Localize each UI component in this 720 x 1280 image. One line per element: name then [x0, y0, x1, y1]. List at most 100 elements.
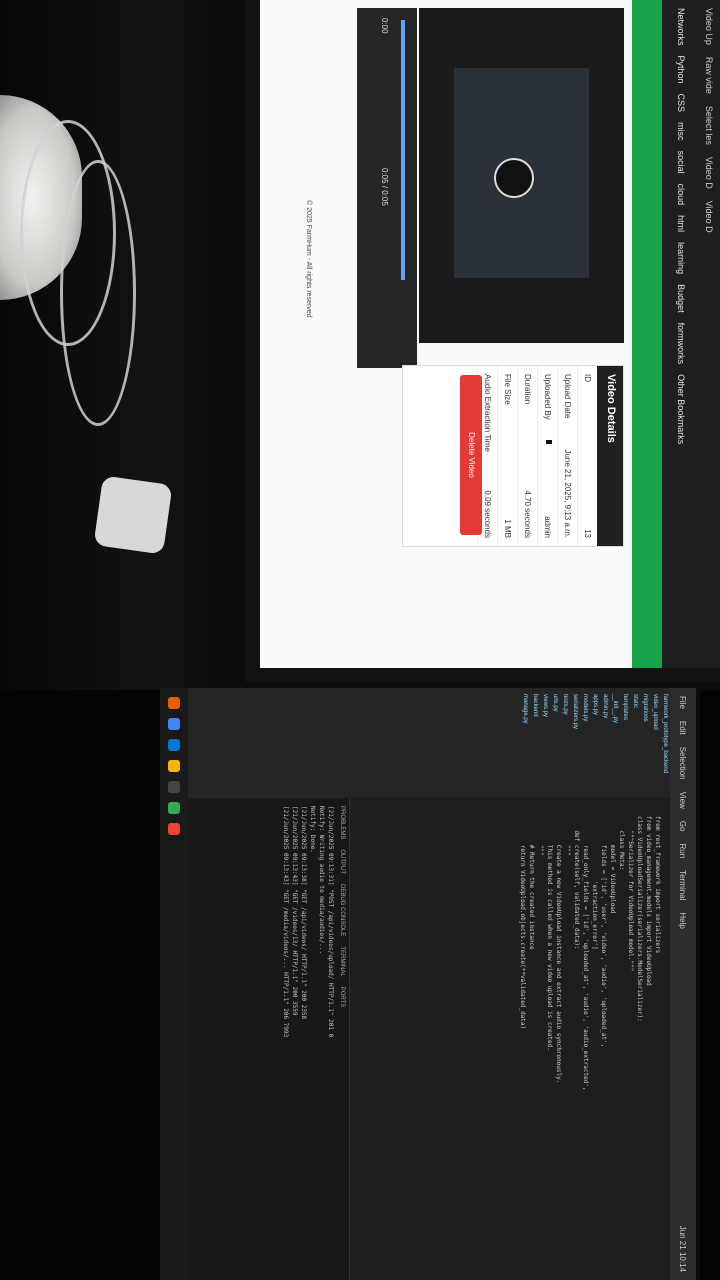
firefox-icon[interactable]	[168, 697, 180, 709]
tree-item[interactable]: backend	[530, 688, 540, 798]
tree-item[interactable]: video_upload	[650, 688, 660, 798]
tree-item[interactable]: manage.py	[520, 688, 530, 798]
bookmark-item[interactable]: Python	[676, 56, 686, 84]
code-line: class Meta:	[618, 816, 625, 871]
browser-tab[interactable]: Raw vide	[704, 57, 714, 94]
current-time: 0:00	[380, 18, 389, 34]
detail-row: ID 13	[577, 366, 597, 546]
tree-item[interactable]: __init__.py	[610, 688, 620, 798]
page-footer: © 2025 FarmHum - All rights reserved	[305, 200, 312, 318]
delete-video-button[interactable]: Delete Video	[460, 375, 482, 535]
seek-bar[interactable]	[401, 20, 405, 280]
terminal-line: [21/Jun/2025 09:13:43] "GET /media/video…	[282, 806, 289, 1038]
video-controls: 0:00 0:05 / 0:05	[357, 8, 417, 368]
browser-tab[interactable]: Video D	[704, 201, 714, 233]
code-line: """	[564, 816, 571, 856]
tree-item[interactable]: views.py	[540, 688, 550, 798]
bookmark-item[interactable]: CSS	[676, 94, 686, 113]
power-charger	[93, 475, 173, 555]
terminal-line: [21/Jun/2025 09:13:38] "GET /api/videos/…	[300, 806, 307, 1020]
menu-item[interactable]: Terminal	[679, 870, 688, 900]
code-line: model = VideoUpload	[609, 816, 616, 914]
browser-screen: Video Up Raw vide Select les Video D Vid…	[260, 0, 720, 668]
video-player[interactable]	[419, 8, 624, 343]
bookmark-item[interactable]: Other Bookmarks	[676, 374, 686, 444]
bookmark-item[interactable]: html	[676, 215, 686, 232]
play-icon[interactable]	[494, 158, 534, 198]
browser-tab[interactable]: Video D	[704, 157, 714, 189]
vscode-screen: File Edit Selection View Go Run Terminal…	[188, 688, 696, 1280]
browser-tabs: Video Up Raw vide Select les Video D Vid…	[704, 8, 714, 233]
menu-item[interactable]: Edit	[679, 721, 688, 735]
code-line: from rest_framework import serializers	[654, 816, 661, 954]
bookmark-item[interactable]: formworks	[676, 323, 686, 365]
file-explorer: farmwork_prototype_backend video_upload …	[188, 688, 670, 798]
app-icon[interactable]	[168, 823, 180, 835]
video-details-card: Video Details ID 13 Upload Date June 21, 2…	[402, 365, 624, 547]
vscode-menubar: File Edit Selection View Go Run Terminal…	[670, 688, 696, 1280]
tree-item[interactable]: urls.py	[550, 688, 560, 798]
os-taskbar	[160, 688, 188, 1280]
time-display: 0:05 / 0:05	[380, 168, 389, 206]
tree-item[interactable]: static	[630, 688, 640, 798]
terminal-panel[interactable]: PROBLEMS OUTPUT DEBUG CONSOLE TERMINAL P…	[188, 798, 350, 1280]
vscode-icon[interactable]	[168, 739, 180, 751]
code-line: def create(self, validated_data):	[573, 816, 580, 950]
menu-item[interactable]: Go	[679, 821, 688, 832]
code-line: # Return the created instance	[528, 816, 535, 950]
code-line: Create a new VideoUpload instance and ex…	[555, 816, 562, 1084]
site-nav-bar	[632, 0, 662, 668]
detail-row: File Size 1 MB	[497, 366, 517, 546]
detail-row: Upload Date June 21, 2025, 9:13 a.m.	[557, 366, 577, 546]
bookmark-item[interactable]: Networks	[676, 8, 686, 46]
code-line: """Serializer for VideoUpload model."""	[627, 816, 634, 972]
tree-item[interactable]: templates	[620, 688, 630, 798]
panel-tab[interactable]: DEBUG CONSOLE	[339, 884, 345, 936]
browser-tab[interactable]: Select les	[704, 106, 714, 145]
terminal-line: [21/Jun/2025 09:13:43] "GET /videos/13/ …	[291, 806, 298, 1016]
panel-tab[interactable]: OUTPUT	[339, 849, 345, 874]
terminal-line: Notify: Done.	[309, 806, 316, 853]
panel-tab[interactable]: PROBLEMS	[339, 806, 345, 839]
tree-item[interactable]: farmwork_prototype_backend	[660, 688, 670, 798]
code-line: return VideoUpload.objects.create(**vali…	[519, 816, 526, 1030]
details-title: Video Details	[597, 366, 623, 546]
menu-item[interactable]: Run	[679, 843, 688, 858]
tree-item[interactable]: tests.py	[560, 688, 570, 798]
upper-monitor: Video Up Raw vide Select les Video D Vid…	[245, 0, 720, 682]
browser-tab[interactable]: Video Up	[704, 8, 714, 45]
terminal-icon[interactable]	[168, 781, 180, 793]
bookmarks-bar: Networks Python CSS misc social cloud ht…	[676, 8, 686, 444]
tree-item[interactable]: apps.py	[590, 688, 600, 798]
chrome-icon[interactable]	[168, 718, 180, 730]
code-line: 'extraction_error']	[591, 816, 598, 950]
tree-item[interactable]: models.py	[580, 688, 590, 798]
menu-item[interactable]: Help	[679, 912, 688, 928]
bookmark-item[interactable]: cloud	[676, 184, 686, 206]
terminal-line: Notify: Writing audio to media/audios/..…	[318, 806, 325, 955]
code-line: fields = ['id', 'user', 'video', 'audio'…	[600, 816, 607, 1048]
code-line: """	[537, 816, 544, 856]
menu-item[interactable]: Selection	[679, 747, 688, 780]
code-line: This method is called when a new video u…	[546, 816, 553, 1051]
bookmark-item[interactable]: Budget	[676, 284, 686, 313]
tree-item[interactable]: serializers.py	[570, 688, 580, 798]
tree-item[interactable]: migrations	[640, 688, 650, 798]
bookmark-item[interactable]: misc	[676, 122, 686, 141]
video-page: 0:00 0:05 / 0:05 Video Details ID 13 Uplo…	[260, 0, 632, 668]
panel-tab[interactable]: TERMINAL	[339, 946, 345, 976]
files-icon[interactable]	[168, 760, 180, 772]
menu-item[interactable]: View	[679, 792, 688, 809]
menu-item[interactable]: File	[679, 696, 688, 709]
mouse-cursor	[546, 440, 552, 444]
bookmark-item[interactable]: social	[676, 151, 686, 174]
app-icon[interactable]	[168, 802, 180, 814]
code-line: class VideoUploadSerializer(serializers.…	[636, 816, 643, 1022]
tree-item[interactable]: admin.py	[600, 688, 610, 798]
browser-toolbar: Video Up Raw vide Select les Video D Vid…	[662, 0, 720, 668]
detail-row: Uploaded By admin	[537, 366, 557, 546]
code-editor[interactable]: from rest_framework import serializers f…	[350, 798, 670, 1280]
clock: Jun 21 10:14	[678, 1225, 688, 1272]
panel-tab[interactable]: PORTS	[339, 987, 345, 1008]
bookmark-item[interactable]: learning	[676, 242, 686, 274]
